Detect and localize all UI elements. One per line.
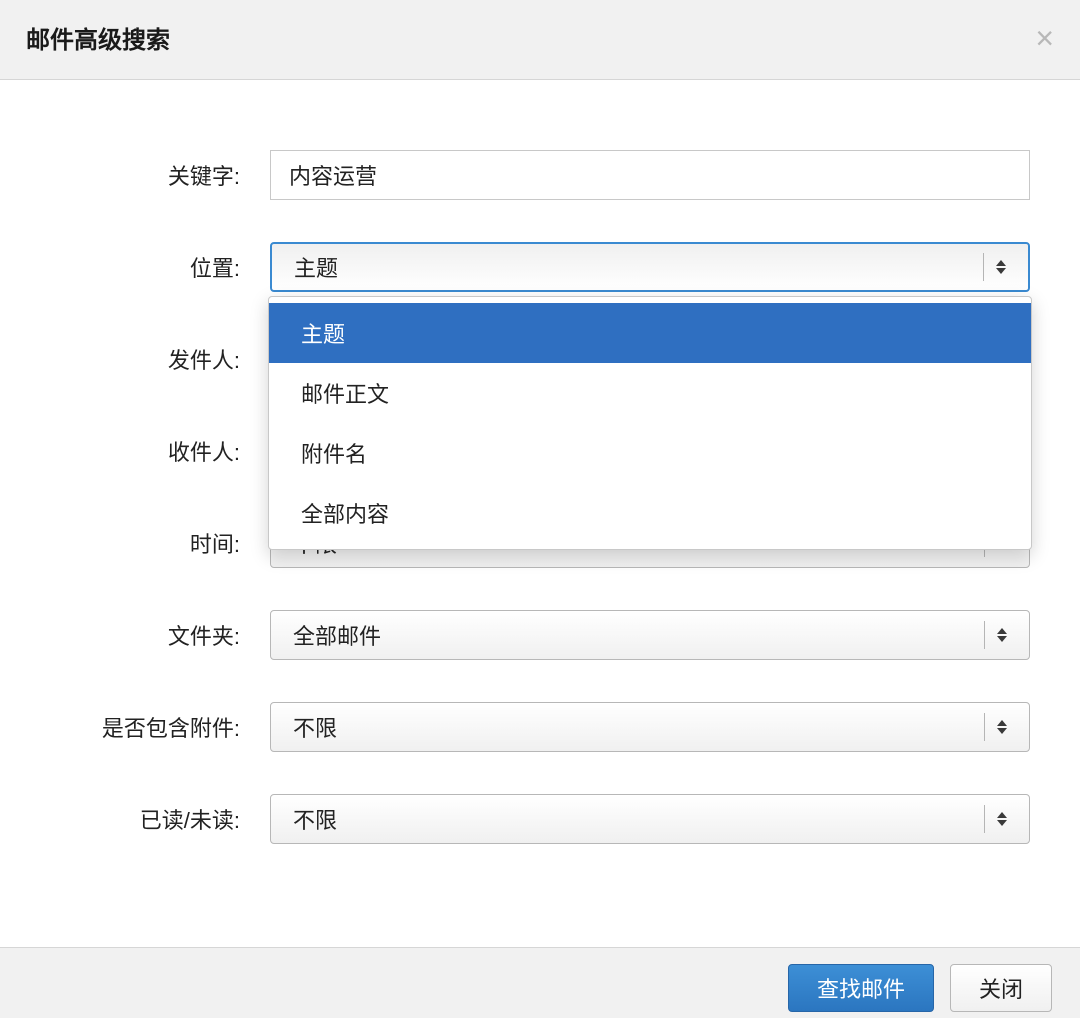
attachment-select[interactable]: 不限 [270, 702, 1030, 752]
dialog-header: 邮件高级搜索 × [0, 0, 1080, 80]
location-dropdown: 主题 邮件正文 附件名 全部内容 [268, 296, 1032, 550]
dialog-footer: 查找邮件 关闭 [0, 947, 1080, 1018]
label-attachment: 是否包含附件: [40, 711, 270, 743]
label-keyword: 关键字: [40, 159, 270, 191]
close-icon[interactable]: × [1035, 22, 1054, 54]
location-select[interactable]: 主题 [270, 242, 1030, 292]
label-time: 时间: [40, 527, 270, 559]
label-recipient: 收件人: [40, 435, 270, 467]
updown-icon [997, 628, 1007, 642]
label-folder: 文件夹: [40, 619, 270, 651]
dropdown-option-subject[interactable]: 主题 [269, 303, 1031, 363]
form-area: 关键字: 位置: 主题 主题 邮件正文 附件名 全部内容 发件人: [0, 80, 1080, 926]
select-separator [984, 713, 985, 741]
dropdown-option-attachname[interactable]: 附件名 [269, 423, 1031, 483]
row-keyword: 关键字: [40, 150, 1030, 200]
folder-value: 全部邮件 [293, 619, 984, 651]
keyword-input[interactable] [270, 150, 1030, 200]
location-value: 主题 [294, 251, 983, 283]
attachment-value: 不限 [293, 711, 984, 743]
select-separator [984, 621, 985, 649]
row-attachment: 是否包含附件: 不限 [40, 702, 1030, 752]
updown-icon [997, 812, 1007, 826]
row-folder: 文件夹: 全部邮件 [40, 610, 1030, 660]
readstatus-select[interactable]: 不限 [270, 794, 1030, 844]
updown-icon [996, 260, 1006, 274]
select-separator [983, 253, 984, 281]
folder-select[interactable]: 全部邮件 [270, 610, 1030, 660]
label-location: 位置: [40, 251, 270, 283]
row-location: 位置: 主题 主题 邮件正文 附件名 全部内容 [40, 242, 1030, 292]
dropdown-option-all[interactable]: 全部内容 [269, 483, 1031, 543]
search-button[interactable]: 查找邮件 [788, 964, 934, 1012]
label-readstatus: 已读/未读: [40, 803, 270, 835]
label-sender: 发件人: [40, 343, 270, 375]
close-button[interactable]: 关闭 [950, 964, 1052, 1012]
dropdown-option-body[interactable]: 邮件正文 [269, 363, 1031, 423]
dialog-title: 邮件高级搜索 [26, 20, 170, 55]
readstatus-value: 不限 [293, 803, 984, 835]
select-separator [984, 805, 985, 833]
updown-icon [997, 720, 1007, 734]
row-readstatus: 已读/未读: 不限 [40, 794, 1030, 844]
